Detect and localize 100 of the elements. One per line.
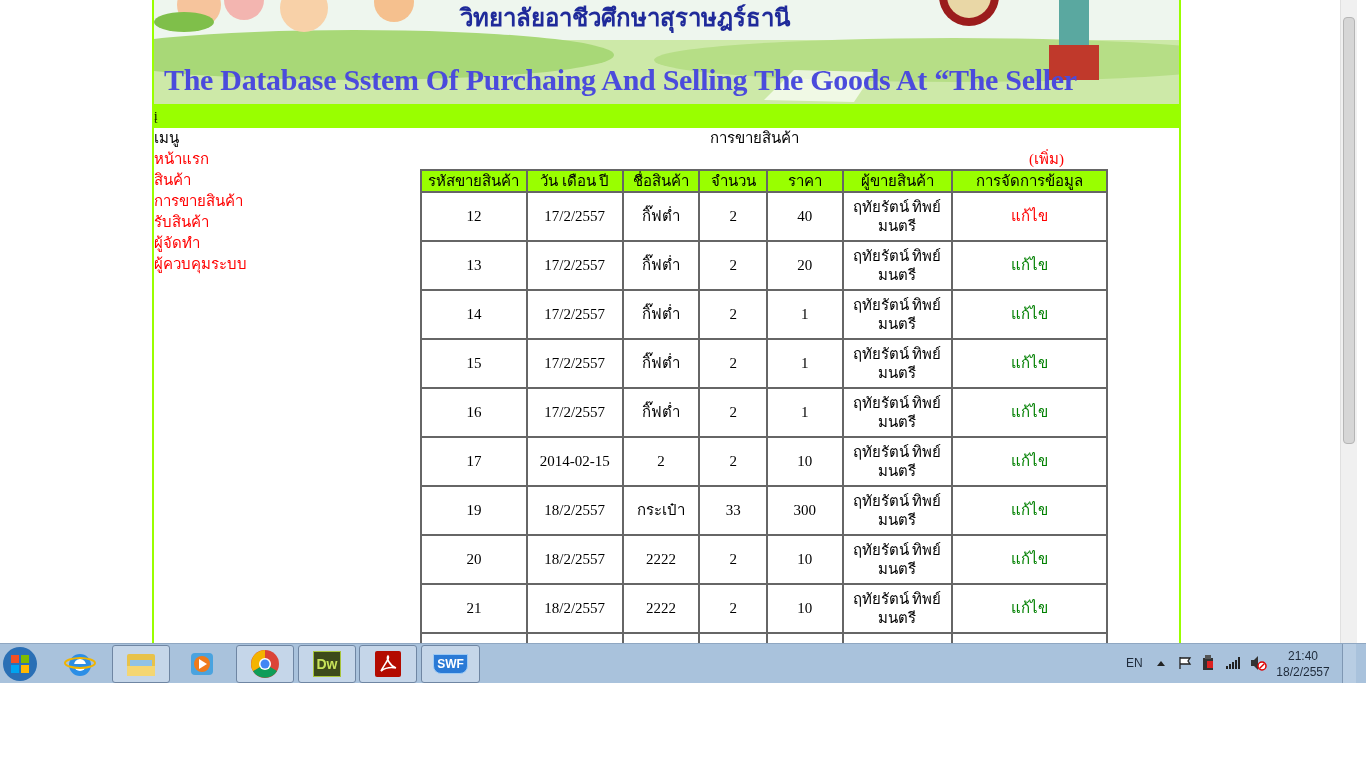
table-cell: 16 (466, 404, 482, 420)
table-cell: 300 (793, 502, 817, 518)
table-cell: 20 (797, 257, 813, 273)
start-orb-icon (2, 646, 38, 682)
college-name: วิทยาลัยอาชีวศึกษาสุราษฎร์ธานี (460, 3, 790, 35)
taskbar-button[interactable] (112, 645, 170, 683)
table-cell: 17 (466, 453, 482, 469)
table-cell: 33 (725, 502, 741, 518)
table-cell-text: ฤทัยรัตน์ ทิพย์มนตรี (851, 344, 943, 383)
media-player-icon (188, 650, 216, 678)
clock-time[interactable]: 21:40 (1288, 648, 1318, 664)
table-cell: 1 (801, 404, 809, 420)
table-cell: 18/2/2557 (544, 502, 606, 518)
power-icon[interactable] (1201, 655, 1215, 671)
table-cell: 21 (466, 600, 482, 616)
table-cell: 2 (729, 404, 737, 420)
table-cell: 14 (466, 306, 482, 322)
table-cell: 18/2/2557 (544, 600, 606, 616)
table-cell: 2 (729, 355, 737, 371)
menu-link[interactable]: หน้าแรก (154, 149, 209, 170)
table-cell: 15 (466, 355, 482, 371)
table-cell: 10 (797, 600, 813, 616)
column-header: ราคา (767, 170, 843, 192)
show-desktop-button[interactable] (1342, 644, 1356, 683)
table-cell: 10 (797, 551, 813, 567)
taskbar-button[interactable]: Dw (298, 645, 356, 683)
table-cell-text: ฤทัยรัตน์ ทิพย์มนตรี (851, 589, 943, 628)
menu-link[interactable]: รับสินค้า (154, 212, 209, 233)
muted-speaker-icon[interactable] (1250, 655, 1267, 671)
column-header: จำนวน (699, 170, 768, 192)
table-cell: 2 (729, 600, 737, 616)
table-cell: 2 (729, 551, 737, 567)
taskbar-button[interactable] (236, 645, 294, 683)
edit-link[interactable]: แก้ไข (1010, 355, 1048, 372)
table-cell: 18/2/2557 (544, 551, 606, 567)
table-cell: กระเป๋า (636, 502, 685, 518)
edit-link[interactable]: แก้ไข (1010, 600, 1048, 617)
page-title: การขายสินค้า (709, 129, 799, 148)
language-indicator[interactable]: EN (1126, 654, 1143, 672)
scrollbar[interactable] (1340, 0, 1357, 643)
nav-bar-text: į (154, 109, 158, 123)
table-cell: 17/2/2557 (544, 208, 606, 224)
taskbar-button[interactable] (0, 645, 40, 683)
table-cell: 2 (729, 208, 737, 224)
column-header: ผู้ขายสินค้า (842, 170, 952, 192)
chrome-icon (250, 649, 280, 679)
table-cell: 1 (801, 355, 809, 371)
table-cell-text: ฤทัยรัตน์ ทิพย์มนตรี (851, 393, 943, 432)
table-cell-text: ฤทัยรัตน์ ทิพย์มนตรี (851, 246, 943, 285)
edit-link[interactable]: แก้ไข (1010, 208, 1048, 225)
edit-link[interactable]: แก้ไข (1010, 306, 1048, 323)
dreamweaver-label: Dw (313, 651, 341, 677)
column-header: ชื่อสินค้า (622, 170, 700, 192)
signal-icon[interactable] (1226, 657, 1242, 669)
column-header: การจัดการข้อมูล (951, 170, 1107, 192)
add-link[interactable]: (เพิ่ม) (1029, 149, 1064, 170)
table-cell: 2 (729, 257, 737, 273)
menu-link[interactable]: ผู้จัดทำ (154, 233, 200, 254)
menu-link[interactable]: สินค้า (154, 170, 191, 191)
edit-link[interactable]: แก้ไข (1010, 551, 1048, 568)
table-cell: 13 (466, 257, 482, 273)
table-cell: 2014-02-15 (539, 453, 610, 469)
table-cell: 2222 (645, 551, 676, 567)
table-cell: 40 (797, 208, 813, 224)
scrollbar-thumb[interactable] (1343, 17, 1355, 444)
table-cell-text: ฤทัยรัตน์ ทิพย์มนตรี (851, 540, 943, 579)
table-cell: 2222 (645, 600, 676, 616)
taskbar-button[interactable]: SWF (421, 645, 480, 683)
table-cell: 12 (466, 208, 482, 224)
column-header: วัน เดือน ปี (526, 170, 623, 192)
table-cell: 17/2/2557 (544, 306, 606, 322)
table-cell: 17/2/2557 (544, 404, 606, 420)
menu-link[interactable]: การขายสินค้า (154, 191, 243, 212)
table-cell: 17/2/2557 (544, 355, 606, 371)
edit-link[interactable]: แก้ไข (1010, 453, 1048, 470)
taskbar-button[interactable] (359, 645, 417, 683)
table-cell-text: ฤทัยรัตน์ ทิพย์มนตรี (851, 442, 943, 481)
clock-date[interactable]: 18/2/2557 (1276, 664, 1330, 680)
table-cell: 10 (797, 453, 813, 469)
table-cell: 17/2/2557 (544, 257, 606, 273)
edit-link[interactable]: แก้ไข (1010, 502, 1048, 519)
table-cell-text: ฤทัยรัตน์ ทิพย์มนตรี (851, 295, 943, 334)
table-cell-text: ฤทัยรัตน์ ทิพย์มนตรี (851, 197, 943, 236)
pdf-icon (374, 650, 402, 678)
table-cell-text: ฤทัยรัตน์ ทิพย์มนตรี (851, 491, 943, 530)
menu-link[interactable]: ผู้ควบคุมระบบ (154, 254, 247, 275)
swf-label: SWF (433, 654, 468, 674)
table-cell: 2 (729, 453, 737, 469)
flag-icon[interactable] (1178, 656, 1192, 670)
edit-link[interactable]: แก้ไข (1010, 257, 1048, 274)
table-cell: 2 (657, 453, 665, 469)
show-hidden-icons-icon[interactable] (1157, 661, 1165, 666)
column-header: รหัสขายสินค้า (421, 170, 527, 192)
table-cell: 2 (729, 306, 737, 322)
table-cell: 20 (466, 551, 482, 567)
menu-heading: เมนู (154, 129, 180, 149)
system-title: The Database Sstem Of Purchaing And Selling The Goods At “The Seller (164, 62, 1077, 98)
table-cell: 19 (466, 502, 482, 518)
edit-link[interactable]: แก้ไข (1010, 404, 1048, 421)
table-cell: 1 (801, 306, 809, 322)
